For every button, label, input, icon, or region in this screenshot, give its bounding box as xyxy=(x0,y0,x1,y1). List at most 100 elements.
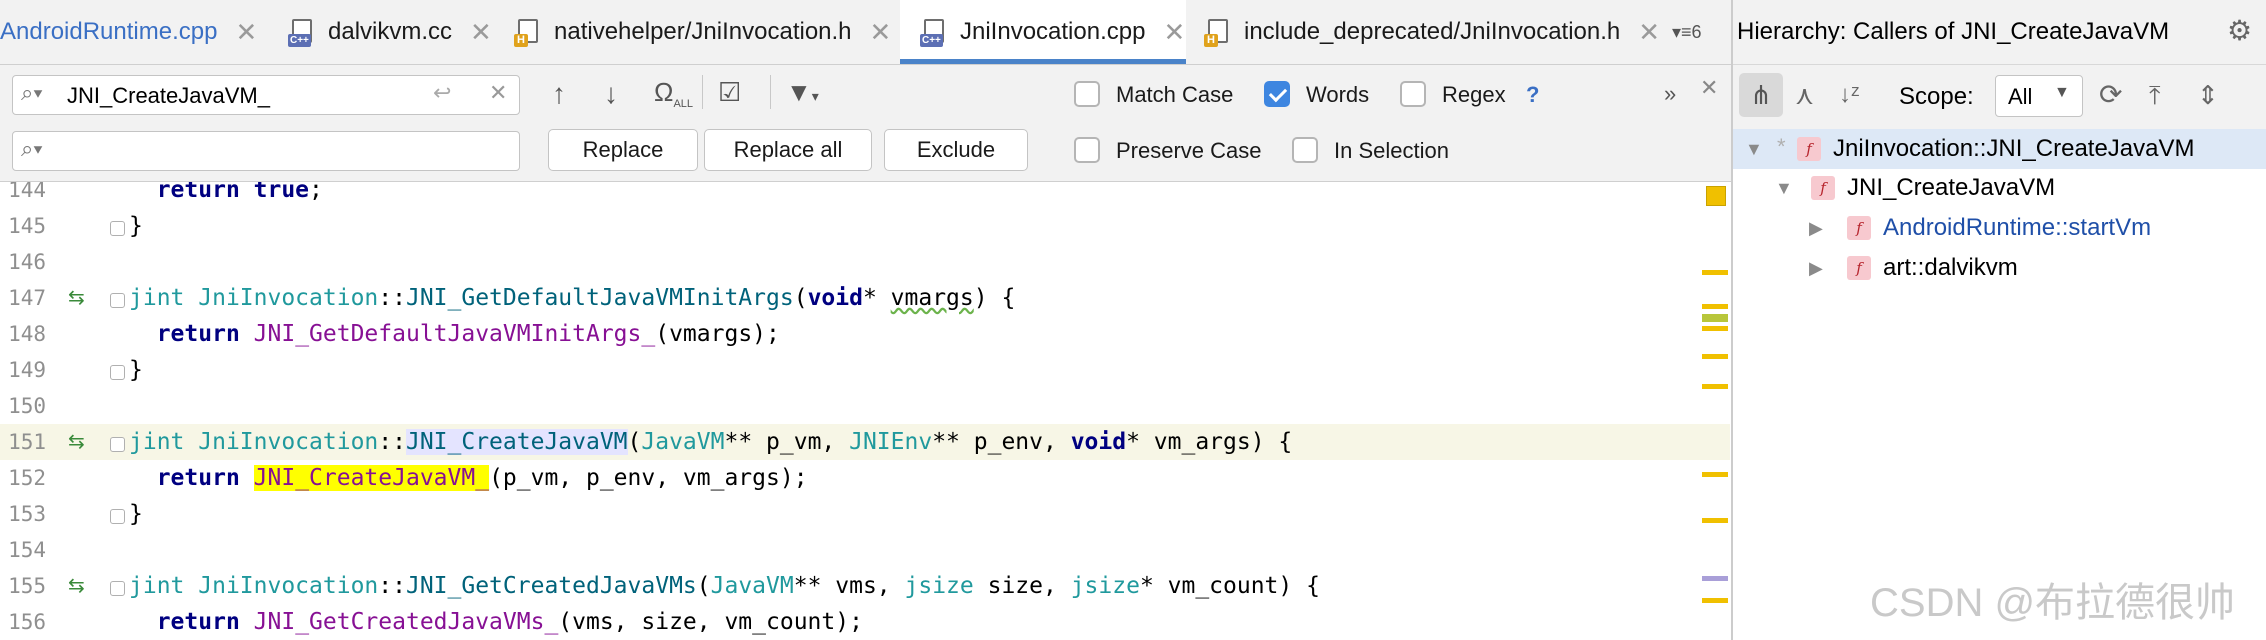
toolbar-divider xyxy=(702,75,703,109)
regex-label: Regex xyxy=(1442,82,1506,107)
previous-occurrence-icon[interactable]: ↑ xyxy=(552,77,566,111)
fold-icon[interactable] xyxy=(110,581,125,596)
regex-checkbox[interactable] xyxy=(1400,81,1426,107)
tab-dalvikvm-cc[interactable]: C++ dalvikvm.cc ✕ xyxy=(286,0,526,64)
code-line: 144 return true; xyxy=(0,182,1730,208)
collapse-triangle-icon[interactable]: ▶ xyxy=(1809,218,1823,239)
scroll-marker[interactable] xyxy=(1702,518,1728,523)
scope-select[interactable]: All ▼ xyxy=(1995,75,2083,117)
preserve-case-label: Preserve Case xyxy=(1116,138,1262,163)
implements-marker-icon[interactable]: ⇆ xyxy=(68,424,85,460)
line-number: 155 xyxy=(8,574,46,598)
filter-icon[interactable]: ▼▾ xyxy=(786,75,819,113)
match-case-checkbox[interactable] xyxy=(1074,81,1100,107)
close-find-bar-icon[interactable]: ✕ xyxy=(1700,71,1718,105)
scroll-marker[interactable] xyxy=(1702,472,1728,477)
implements-marker-icon[interactable]: ⇆ xyxy=(68,280,85,316)
tree-node-label: AndroidRuntime::startVm xyxy=(1883,214,2152,241)
code-text: return JNI_CreateJavaVM_(p_vm, p_env, vm… xyxy=(156,465,808,491)
root-marker-icon: * xyxy=(1777,134,1786,159)
close-icon[interactable]: ✕ xyxy=(1163,17,1185,48)
scroll-marker[interactable] xyxy=(1702,314,1728,322)
code-text: jint JniInvocation::JNI_GetCreatedJavaVM… xyxy=(129,573,1320,599)
code-line: 152 return JNI_CreateJavaVM_(p_vm, p_env… xyxy=(0,460,1730,496)
inspection-status-icon[interactable] xyxy=(1706,186,1726,206)
replace-button[interactable]: Replace xyxy=(548,129,698,171)
code-text: jint JniInvocation::JNI_CreateJavaVM(Jav… xyxy=(129,429,1293,455)
tab-label: nativehelper/JniInvocation.h xyxy=(554,18,852,45)
preserve-case-checkbox[interactable] xyxy=(1074,137,1100,163)
collapse-all-icon[interactable]: ⇕ xyxy=(2197,73,2219,117)
fold-icon[interactable] xyxy=(110,293,125,308)
replace-field[interactable]: ⌕▾ xyxy=(12,131,520,171)
tab-label: dalvikvm.cc xyxy=(328,18,453,45)
code-text: return JNI_GetCreatedJavaVMs_(vms, size,… xyxy=(156,609,863,635)
replace-all-button[interactable]: Replace all xyxy=(704,129,872,171)
scroll-marker[interactable] xyxy=(1702,384,1728,389)
close-icon[interactable]: ✕ xyxy=(470,17,492,48)
watermark: CSDN @布拉德很帅 xyxy=(1870,581,2236,625)
code-text: } xyxy=(129,213,143,239)
tree-node-caller[interactable]: f art::dalvikvm xyxy=(1847,249,2018,287)
collapse-triangle-icon[interactable]: ▶ xyxy=(1809,258,1823,279)
tab-jniinvocation-cpp[interactable]: C++ JniInvocation.cpp ✕ xyxy=(900,0,1186,64)
search-field[interactable]: ⌕▾ JNI_CreateJavaVM_ ↩ ✕ xyxy=(12,75,520,115)
clear-search-icon[interactable]: ✕ xyxy=(489,80,507,106)
find-replace-bar: ⌕▾ JNI_CreateJavaVM_ ↩ ✕ ⌕▾ ↑ ↓ ΩALL ☑ ▼… xyxy=(0,65,1733,182)
search-icon: ⌕▾ xyxy=(21,136,43,161)
scroll-marker[interactable] xyxy=(1702,576,1728,581)
scroll-marker[interactable] xyxy=(1702,598,1728,603)
scroll-marker[interactable] xyxy=(1702,304,1728,309)
callee-hierarchy-icon[interactable]: ⋏ xyxy=(1795,73,1814,117)
hierarchy-toolbar: ⋔ ⋏ ↓ᶻ Scope: All ▼ ⟳ ⤒ ⇕ xyxy=(1733,65,2266,130)
tree-node-caller[interactable]: f JNI_CreateJavaVM xyxy=(1811,169,2055,207)
tab-androidruntime-cpp[interactable]: AndroidRuntime.cpp ✕ xyxy=(0,0,268,64)
call-hierarchy-panel: Hierarchy: Callers of JNI_CreateJavaVM ⚙… xyxy=(1733,0,2266,640)
expand-triangle-icon[interactable]: ▼ xyxy=(1775,178,1793,199)
close-icon[interactable]: ✕ xyxy=(235,17,257,48)
scroll-marker[interactable] xyxy=(1702,326,1728,331)
fold-icon[interactable] xyxy=(110,365,125,380)
chevron-down-icon: ▼ xyxy=(2054,84,2070,101)
code-editor[interactable]: 144 return true; 145 } 146 147 ⇆ jint Jn… xyxy=(0,182,1730,640)
regex-help-link[interactable]: ? xyxy=(1526,82,1539,108)
tab-label: include_deprecated/JniInvocation.h xyxy=(1244,18,1621,45)
fold-icon[interactable] xyxy=(110,509,125,524)
expand-toolbar-icon[interactable]: » xyxy=(1664,77,1676,111)
tree-node-label: JniInvocation::JNI_CreateJavaVM xyxy=(1833,135,2195,162)
code-text: } xyxy=(129,357,143,383)
scroll-marker[interactable] xyxy=(1702,270,1728,275)
tab-include-deprecated-jniinvocation-h[interactable]: H include_deprecated/JniInvocation.h ✕ xyxy=(1202,0,1662,64)
close-icon[interactable]: ✕ xyxy=(1638,17,1660,48)
select-all-occurrences-icon[interactable]: ΩALL xyxy=(654,75,693,121)
line-number: 153 xyxy=(8,502,46,526)
fold-icon[interactable] xyxy=(110,221,125,236)
caller-hierarchy-icon[interactable]: ⋔ xyxy=(1739,73,1783,117)
tree-node-caller[interactable]: f AndroidRuntime::startVm xyxy=(1847,209,2151,247)
expand-triangle-icon[interactable]: ▼ xyxy=(1745,139,1763,160)
tab-label: JniInvocation.cpp xyxy=(960,18,1146,45)
close-icon[interactable]: ✕ xyxy=(870,17,892,48)
tab-nativehelper-jniinvocation-h[interactable]: H nativehelper/JniInvocation.h ✕ xyxy=(512,0,902,64)
fold-icon[interactable] xyxy=(110,437,125,452)
words-checkbox[interactable] xyxy=(1264,81,1290,107)
new-line-icon[interactable]: ↩ xyxy=(433,80,451,106)
search-match-highlight: JNI_CreateJavaVM_ xyxy=(253,465,490,491)
cpp-file-icon: C++ xyxy=(286,17,316,47)
tree-node-root[interactable]: f JniInvocation::JNI_CreateJavaVM xyxy=(1797,130,2195,168)
function-icon: f xyxy=(1811,176,1835,200)
exclude-button[interactable]: Exclude xyxy=(884,129,1028,171)
gear-icon[interactable]: ⚙ xyxy=(2227,14,2252,47)
in-selection-checkbox[interactable] xyxy=(1292,137,1318,163)
scope-label: Scope: xyxy=(1899,83,1974,110)
select-all-checkbox-icon[interactable]: ☑ xyxy=(718,75,741,109)
hierarchy-title: Hierarchy: Callers of JNI_CreateJavaVM xyxy=(1737,18,2170,45)
tab-overflow-button[interactable]: ▾≡ 6 xyxy=(1672,0,1730,64)
next-occurrence-icon[interactable]: ↓ xyxy=(604,77,618,111)
refresh-icon[interactable]: ⟳ xyxy=(2099,73,2122,117)
search-input[interactable]: JNI_CreateJavaVM_ xyxy=(67,83,270,109)
export-icon[interactable]: ⤒ xyxy=(2149,73,2161,117)
implements-marker-icon[interactable]: ⇆ xyxy=(68,568,85,604)
sort-alphabetically-icon[interactable]: ↓ᶻ xyxy=(1839,73,1860,117)
scroll-marker[interactable] xyxy=(1702,354,1728,359)
